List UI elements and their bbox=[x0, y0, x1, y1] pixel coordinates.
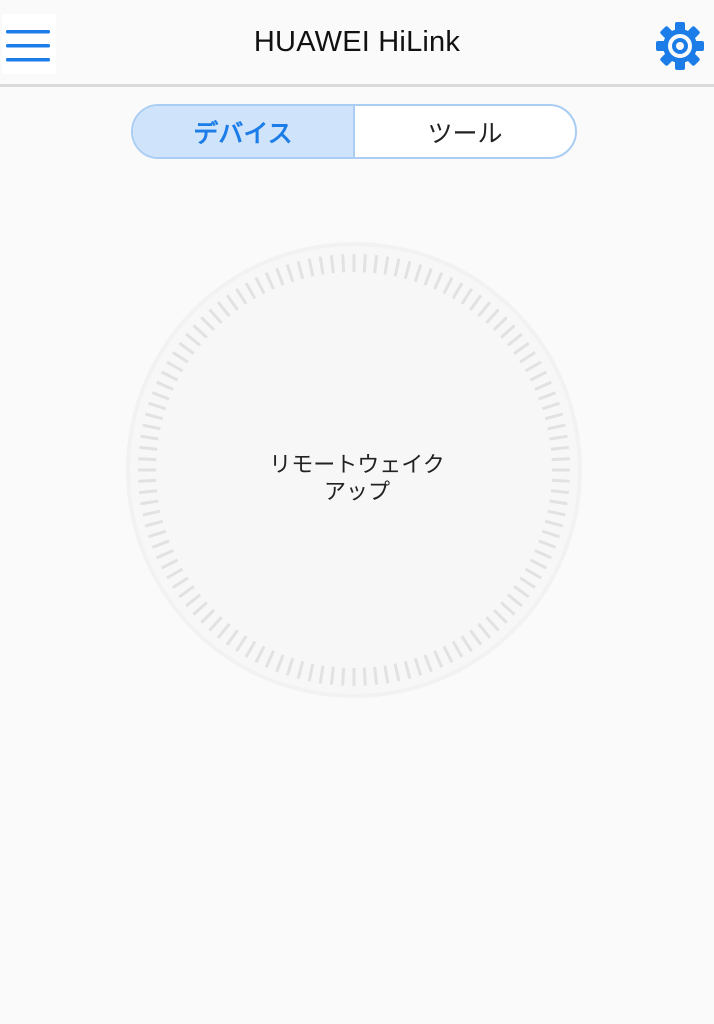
dial-tick bbox=[341, 254, 346, 273]
tab-devices[interactable]: デバイス bbox=[133, 106, 355, 157]
dial-tick bbox=[329, 255, 335, 274]
gear-icon[interactable] bbox=[654, 20, 706, 72]
page-title: HUAWEI HiLink bbox=[253, 26, 461, 58]
dial-tick bbox=[373, 255, 379, 274]
app-header: HUAWEI HiLink bbox=[0, 0, 714, 87]
dial-tick bbox=[373, 666, 379, 685]
dial-tick bbox=[341, 667, 346, 686]
tab-tools[interactable]: ツール bbox=[355, 106, 575, 157]
segmented-control: デバイス ツール bbox=[131, 104, 577, 159]
dial-tick bbox=[139, 445, 158, 451]
dial-tick bbox=[362, 667, 367, 686]
dial-tick bbox=[550, 445, 569, 451]
dial-tick bbox=[362, 254, 367, 273]
dial-tick bbox=[329, 666, 335, 685]
remote-wakeup-label: リモートウェイク アップ bbox=[269, 453, 445, 505]
